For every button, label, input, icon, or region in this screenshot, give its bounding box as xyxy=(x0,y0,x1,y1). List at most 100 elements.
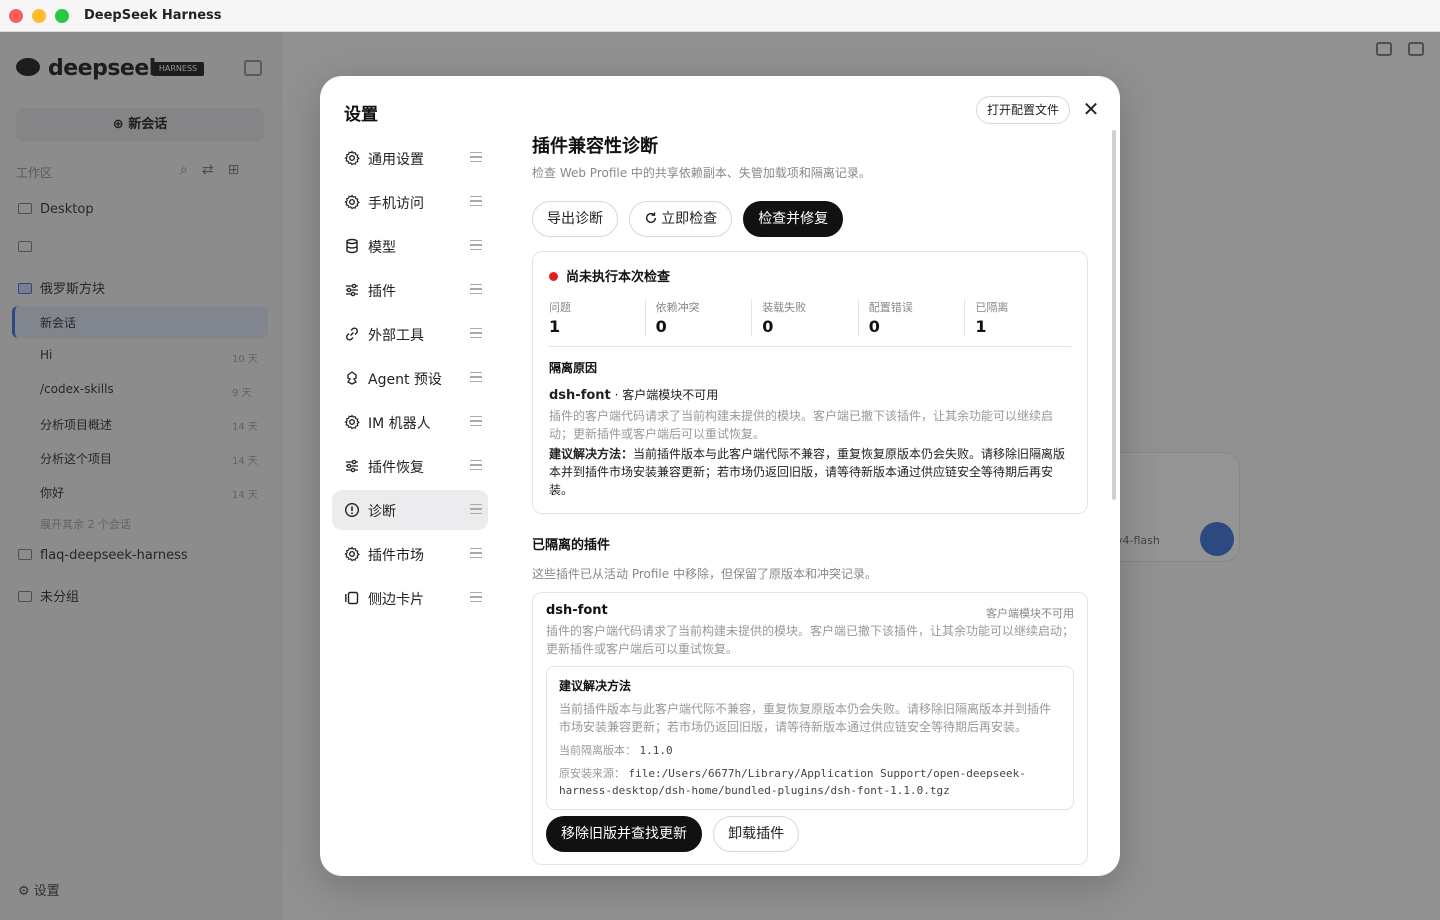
status-dot-icon xyxy=(549,272,558,281)
gear-icon xyxy=(344,194,360,210)
advice-box: 建议解决方法 当前插件版本与此客户端代际不兼容，重复恢复原版本仍会失败。请移除旧… xyxy=(546,666,1074,810)
settings-content: 插件兼容性诊断 检查 Web Profile 中的共享依赖副本、失管加载项和隔离… xyxy=(532,130,1088,876)
source-row: 原安装来源： file:/Users/6677h/Library/Applica… xyxy=(559,765,1061,799)
advice-description: 当前插件版本与此客户端代际不兼容，重复恢复原版本仍会失败。请移除旧隔离版本并到插… xyxy=(559,702,1052,734)
drag-handle-icon[interactable] xyxy=(470,416,482,426)
drag-handle-icon[interactable] xyxy=(470,196,482,206)
close-icon[interactable]: ✕ xyxy=(1080,98,1102,120)
nav-item-9[interactable]: 插件市场 xyxy=(332,534,488,574)
nav-item-2[interactable]: 模型 xyxy=(332,226,488,266)
drag-handle-icon[interactable] xyxy=(470,548,482,558)
plugin-status-tag: 客户端模块不可用 xyxy=(986,607,1074,620)
check-now-label: 立即检查 xyxy=(661,211,718,227)
reason-heading: 隔离原因 xyxy=(549,361,598,375)
content-scrollbar[interactable] xyxy=(1112,130,1116,500)
source-value: file:/Users/6677h/Library/Application Su… xyxy=(559,767,1026,797)
version-value: 1.1.0 xyxy=(639,744,673,757)
stat-value: 1 xyxy=(975,317,987,336)
nav-item-8[interactable]: 诊断 xyxy=(332,490,488,530)
nav-item-label: 插件市场 xyxy=(368,548,424,564)
stat-isolated: 已隔离 1 xyxy=(964,299,1071,336)
advice-label: 建议解决方法： xyxy=(549,447,634,461)
plugin-actions: 移除旧版并查找更新 卸载插件 xyxy=(546,816,1074,852)
nav-item-3[interactable]: 插件 xyxy=(332,270,488,310)
check-now-button[interactable]: 立即检查 xyxy=(629,201,733,237)
advice-heading: 建议解决方法 xyxy=(559,679,632,693)
nav-item-1[interactable]: 手机访问 xyxy=(332,182,488,222)
stat-dep-conflicts: 依赖冲突 0 xyxy=(644,299,752,336)
stat-load-failures: 装载失败 0 xyxy=(751,299,858,336)
section-title: 插件兼容性诊断 xyxy=(532,136,658,157)
nav-item-5[interactable]: Agent 预设 xyxy=(332,358,488,398)
nav-item-label: 模型 xyxy=(368,240,396,256)
nav-item-0[interactable]: 通用设置 xyxy=(332,138,488,178)
close-window-button[interactable] xyxy=(9,9,23,23)
stat-value: 0 xyxy=(655,317,667,336)
sliders-icon xyxy=(344,282,360,298)
settings-nav: 通用设置手机访问模型插件外部工具 Agent 预设 IM 机器人插件恢复诊断插件市场… xyxy=(332,138,488,622)
panels-icon xyxy=(344,590,360,606)
database-icon xyxy=(344,238,360,254)
drag-handle-icon[interactable] xyxy=(470,328,482,338)
nav-item-label: 通用设置 xyxy=(368,152,424,168)
nav-item-label: 侧边卡片 xyxy=(368,592,424,608)
nav-item-label: 外部工具 xyxy=(368,328,424,344)
zoom-window-button[interactable] xyxy=(55,9,69,23)
version-row: 当前隔离版本： 1.1.0 xyxy=(559,742,1061,759)
status-text: 尚未执行本次检查 xyxy=(566,270,671,285)
agent-icon xyxy=(344,370,360,386)
nav-item-label: 诊断 xyxy=(368,504,396,520)
drag-handle-icon[interactable] xyxy=(470,372,482,382)
sliders-icon xyxy=(344,458,360,474)
status-line: 尚未执行本次检查 xyxy=(549,266,1071,285)
minimize-window-button[interactable] xyxy=(32,9,46,23)
alert-circle-icon xyxy=(344,502,360,518)
gear-icon xyxy=(344,414,360,430)
isolated-subtitle: 这些插件已从活动 Profile 中移除，但保留了原版本和冲突记录。 xyxy=(532,567,877,581)
diagnosis-actions: 导出诊断 立即检查 检查并修复 xyxy=(532,201,1088,237)
stat-issues: 问题 1 xyxy=(549,299,645,336)
stat-label: 已隔离 xyxy=(975,301,1009,314)
drag-handle-icon[interactable] xyxy=(470,284,482,294)
drag-handle-icon[interactable] xyxy=(470,240,482,250)
reason-short: · 客户端模块不可用 xyxy=(610,388,719,402)
nav-item-7[interactable]: 插件恢复 xyxy=(332,446,488,486)
stat-value: 0 xyxy=(762,317,774,336)
stat-label: 问题 xyxy=(549,301,571,314)
window-titlebar: DeepSeek Harness xyxy=(0,0,1440,32)
isolated-plugin-card: dsh-font 客户端模块不可用 插件的客户端代码请求了当前构建未提供的模块。… xyxy=(532,592,1088,865)
version-label: 当前隔离版本： xyxy=(559,744,636,757)
drag-handle-icon[interactable] xyxy=(470,592,482,602)
export-diagnosis-button[interactable]: 导出诊断 xyxy=(532,201,618,237)
nav-item-10[interactable]: 侧边卡片 xyxy=(332,578,488,618)
drag-handle-icon[interactable] xyxy=(470,504,482,514)
nav-item-label: Agent 预设 xyxy=(368,372,442,388)
nav-item-label: 手机访问 xyxy=(368,196,424,212)
stat-label: 装载失败 xyxy=(762,301,807,314)
drag-handle-icon[interactable] xyxy=(470,152,482,162)
gear-icon xyxy=(344,546,360,562)
reason-plugin-name: dsh-font xyxy=(549,388,611,403)
stat-value: 0 xyxy=(868,317,880,336)
open-config-button[interactable]: 打开配置文件 xyxy=(976,96,1071,124)
plugin-description: 插件的客户端代码请求了当前构建未提供的模块。客户端已撤下该插件，让其余功能可以继… xyxy=(546,624,1075,656)
modal-title: 设置 xyxy=(344,105,378,125)
diagnosis-summary-card: 尚未执行本次检查 问题 1 依赖冲突 0 装载失败 0 配置错误 0 已隔离 1 隔离原因… xyxy=(532,251,1088,514)
nav-item-4[interactable]: 外部工具 xyxy=(332,314,488,354)
nav-item-label: 插件 xyxy=(368,284,396,300)
check-and-fix-button[interactable]: 检查并修复 xyxy=(743,201,844,237)
stat-config-errors: 配置错误 0 xyxy=(857,299,965,336)
nav-item-label: IM 机器人 xyxy=(368,416,431,432)
window-title: DeepSeek Harness xyxy=(84,8,222,23)
reason-plugin-line: dsh-font · 客户端模块不可用 xyxy=(549,386,1071,403)
drag-handle-icon[interactable] xyxy=(470,460,482,470)
reason-description: 插件的客户端代码请求了当前构建未提供的模块。客户端已撤下该插件，让其余功能可以继… xyxy=(549,409,1054,441)
stats-row: 问题 1 依赖冲突 0 装载失败 0 配置错误 0 已隔离 1 xyxy=(549,299,1071,347)
uninstall-plugin-button[interactable]: 卸载插件 xyxy=(713,816,800,852)
stat-label: 配置错误 xyxy=(868,301,913,314)
reason-advice: 建议解决方法：当前插件版本与此客户端代际不兼容，重复恢复原版本仍会失败。请移除旧… xyxy=(549,445,1071,499)
refresh-icon xyxy=(646,212,657,224)
nav-item-6[interactable]: IM 机器人 xyxy=(332,402,488,442)
remove-and-update-button[interactable]: 移除旧版并查找更新 xyxy=(546,816,702,852)
source-label: 原安装来源： xyxy=(559,767,625,780)
